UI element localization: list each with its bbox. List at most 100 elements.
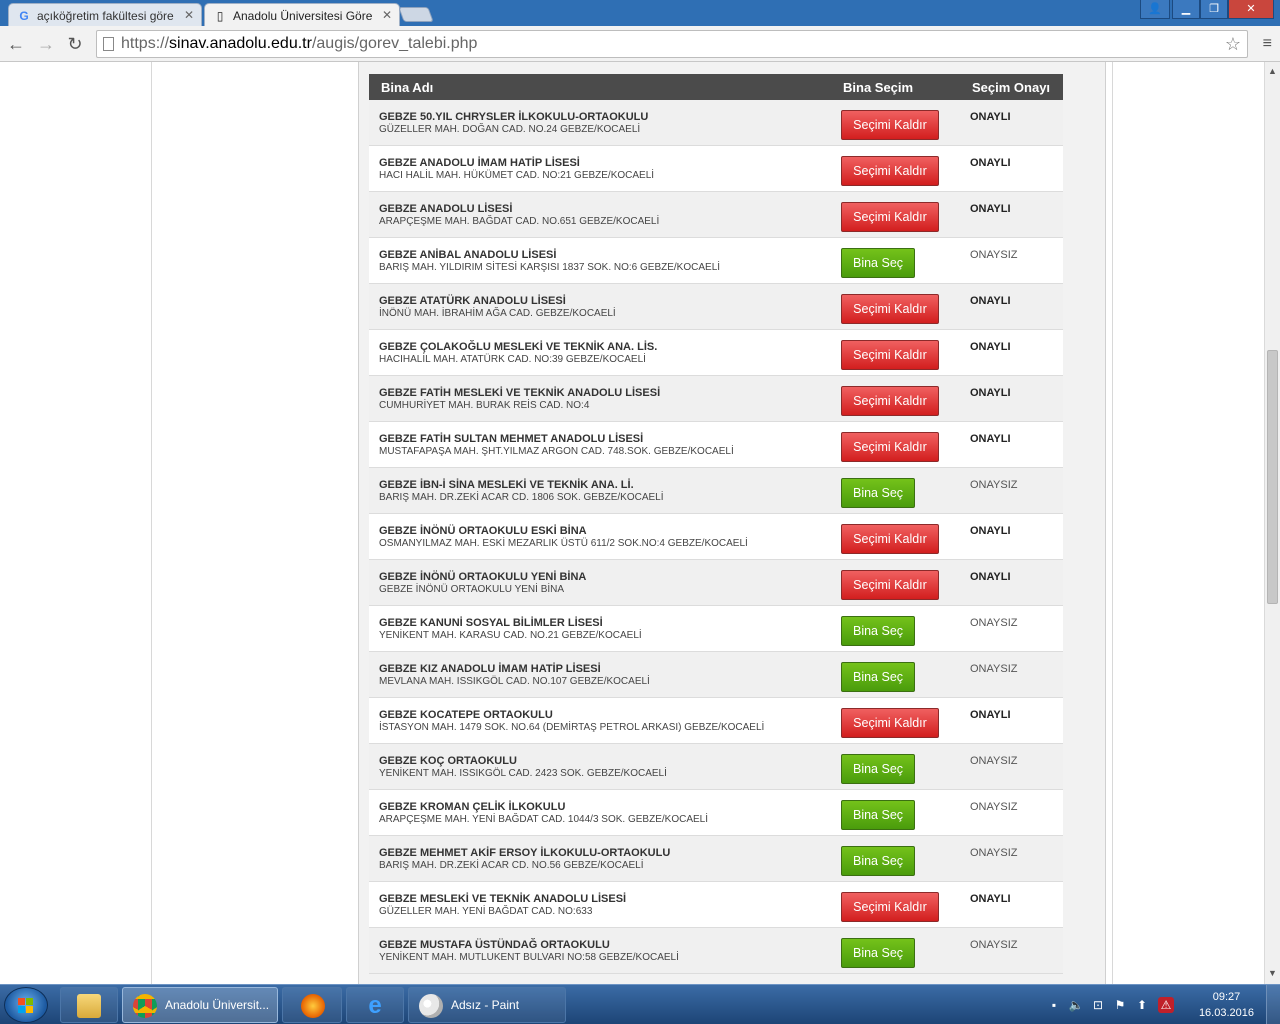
- forward-arrow-icon[interactable]: →: [34, 32, 58, 56]
- approval-status: ONAYSIZ: [970, 663, 1018, 675]
- scroll-up-arrow-icon[interactable]: ▲: [1268, 66, 1277, 76]
- building-address: YENİKENT MAH. ISSIKGÖL CAD. 2423 SOK. GE…: [379, 768, 667, 779]
- bookmark-star-icon[interactable]: ☆: [1225, 31, 1241, 57]
- start-button[interactable]: [4, 987, 48, 1023]
- building-name: GEBZE FATİH MESLEKİ VE TEKNİK ANADOLU Lİ…: [379, 387, 661, 399]
- table-row: GEBZE ANADOLU İMAM HATİP LİSESİ HACI HALİ…: [369, 146, 1063, 192]
- remove-selection-button[interactable]: Seçimi Kaldır: [841, 708, 939, 738]
- minimize-button[interactable]: ▁: [1172, 0, 1200, 19]
- select-building-button[interactable]: Bina Seç: [841, 938, 915, 968]
- taskbar-explorer[interactable]: [60, 987, 118, 1023]
- remove-selection-button[interactable]: Seçimi Kaldır: [841, 892, 939, 922]
- windows-logo-icon: [18, 998, 34, 1014]
- internet-explorer-icon: e: [368, 992, 382, 1019]
- header-bina-adi: Bina Adı: [381, 80, 434, 95]
- system-clock[interactable]: 09:27 16.03.2016: [1199, 989, 1254, 1021]
- close-window-button[interactable]: ✕: [1228, 0, 1274, 19]
- table-row: GEBZE KROMAN ÇELİK İLKOKULU ARAPÇEŞME MAH…: [369, 790, 1063, 836]
- building-address: OSMANYILMAZ MAH. ESKİ MEZARLIK ÜSTÜ 611/…: [379, 538, 748, 549]
- update-icon[interactable]: ⬆: [1134, 997, 1150, 1013]
- building-name: GEBZE ANADOLU LİSESİ: [379, 203, 513, 215]
- table-row: GEBZE ATATÜRK ANADOLU LİSESİ İNÖNÜ MAH. İ…: [369, 284, 1063, 330]
- table-row: GEBZE İBN-İ SİNA MESLEKİ VE TEKNİK ANA. …: [369, 468, 1063, 514]
- building-table: Bina Adı Bina Seçim Seçim Onayı GEBZE 50…: [369, 74, 1063, 974]
- select-building-button[interactable]: Bina Seç: [841, 662, 915, 692]
- url-scheme: https://: [121, 35, 170, 52]
- approval-status: ONAYSIZ: [970, 479, 1018, 491]
- select-building-button[interactable]: Bina Seç: [841, 248, 915, 278]
- remove-selection-button[interactable]: Seçimi Kaldır: [841, 340, 939, 370]
- header-bina-secim: Bina Seçim: [843, 80, 914, 95]
- volume-icon[interactable]: 🔈: [1068, 997, 1084, 1013]
- tab-title: açıköğretim fakültesi göre: [37, 9, 174, 23]
- back-arrow-icon[interactable]: ←: [4, 32, 28, 56]
- scroll-thumb[interactable]: [1267, 350, 1278, 604]
- table-body: GEBZE 50.YIL CHRYSLER İLKOKULU-ORTAOKULU…: [369, 100, 1063, 974]
- right-divider: [1112, 62, 1113, 984]
- table-row: GEBZE ANİBAL ANADOLU LİSESİ BARIŞ MAH. YI…: [369, 238, 1063, 284]
- scroll-down-arrow-icon[interactable]: ▼: [1268, 968, 1277, 978]
- remove-selection-button[interactable]: Seçimi Kaldır: [841, 110, 939, 140]
- select-building-button[interactable]: Bina Seç: [841, 616, 915, 646]
- remove-selection-button[interactable]: Seçimi Kaldır: [841, 294, 939, 324]
- taskbar-chrome-label: Anadolu Üniversit...: [165, 998, 270, 1012]
- network-icon[interactable]: ⊡: [1090, 997, 1106, 1013]
- building-address: MUSTAFAPAŞA MAH. ŞHT.YILMAZ ARGON CAD. 7…: [379, 446, 734, 457]
- close-icon[interactable]: ✕: [184, 8, 194, 22]
- building-name: GEBZE ANADOLU İMAM HATİP LİSESİ: [379, 157, 580, 169]
- building-address: GÜZELLER MAH. YENİ BAĞDAT CAD. NO:633: [379, 906, 593, 917]
- approval-status: ONAYLI: [970, 111, 1011, 123]
- building-name: GEBZE MESLEKİ VE TEKNİK ANADOLU LİSESİ: [379, 893, 627, 905]
- firefox-icon: [301, 994, 325, 1018]
- building-name: GEBZE MEHMET AKİF ERSOY İLKOKULU-ORTAOKU…: [379, 847, 671, 859]
- select-building-button[interactable]: Bina Seç: [841, 800, 915, 830]
- select-building-button[interactable]: Bina Seç: [841, 478, 915, 508]
- restore-button[interactable]: ❐: [1200, 0, 1228, 19]
- action-center-icon[interactable]: ⚑: [1112, 997, 1128, 1013]
- taskbar-paint[interactable]: Adsız - Paint: [408, 987, 566, 1023]
- table-row: GEBZE ANADOLU LİSESİ ARAPÇEŞME MAH. BAĞDA…: [369, 192, 1063, 238]
- antivirus-icon[interactable]: ⚠: [1158, 997, 1174, 1013]
- building-address: YENİKENT MAH. KARASU CAD. NO.21 GEBZE/KO…: [379, 630, 642, 641]
- building-name: GEBZE KIZ ANADOLU İMAM HATİP LİSESİ: [379, 663, 601, 675]
- remove-selection-button[interactable]: Seçimi Kaldır: [841, 432, 939, 462]
- building-address: İSTASYON MAH. 1479 SOK. NO.64 (DEMİRTAŞ …: [379, 722, 765, 733]
- vertical-scrollbar[interactable]: ▲ ▼: [1264, 62, 1280, 984]
- approval-status: ONAYLI: [970, 893, 1011, 905]
- remove-selection-button[interactable]: Seçimi Kaldır: [841, 570, 939, 600]
- taskbar-firefox[interactable]: [282, 987, 342, 1023]
- taskbar-ie[interactable]: e: [346, 987, 404, 1023]
- page-viewport: Bina Adı Bina Seçim Seçim Onayı GEBZE 50…: [0, 62, 1264, 984]
- remove-selection-button[interactable]: Seçimi Kaldır: [841, 156, 939, 186]
- address-bar[interactable]: https://sinav.anadolu.edu.tr/augis/gorev…: [96, 30, 1248, 58]
- url-host: sinav.anadolu.edu.tr: [169, 35, 312, 52]
- reload-icon[interactable]: ↻: [63, 32, 87, 56]
- remove-selection-button[interactable]: Seçimi Kaldır: [841, 202, 939, 232]
- tab-anadolu[interactable]: ▯ Anadolu Üniversitesi Göre ✕: [204, 3, 400, 26]
- building-address: HACIHALİL MAH. ATATÜRK CAD. NO:39 GEBZE/…: [379, 354, 646, 365]
- user-icon[interactable]: 👤: [1140, 0, 1170, 19]
- table-row: GEBZE ÇOLAKOĞLU MESLEKİ VE TEKNİK ANA. L…: [369, 330, 1063, 376]
- tray-app-icon[interactable]: ▪: [1046, 997, 1062, 1013]
- building-name: GEBZE 50.YIL CHRYSLER İLKOKULU-ORTAOKULU: [379, 111, 649, 123]
- building-name: GEBZE FATİH SULTAN MEHMET ANADOLU LİSESİ: [379, 433, 644, 445]
- new-tab-button[interactable]: [398, 7, 434, 22]
- select-building-button[interactable]: Bina Seç: [841, 846, 915, 876]
- menu-icon[interactable]: ≡: [1263, 35, 1272, 53]
- approval-status: ONAYSIZ: [970, 755, 1018, 767]
- remove-selection-button[interactable]: Seçimi Kaldır: [841, 524, 939, 554]
- folder-icon: [77, 994, 101, 1018]
- table-row: GEBZE MESLEKİ VE TEKNİK ANADOLU LİSESİ GÜ…: [369, 882, 1063, 928]
- table-row: GEBZE KIZ ANADOLU İMAM HATİP LİSESİ MEVLA…: [369, 652, 1063, 698]
- remove-selection-button[interactable]: Seçimi Kaldır: [841, 386, 939, 416]
- show-desktop-button[interactable]: [1266, 985, 1280, 1024]
- building-address: ARAPÇEŞME MAH. YENİ BAĞDAT CAD. 1044/3 S…: [379, 814, 708, 825]
- taskbar-chrome[interactable]: Anadolu Üniversit...: [122, 987, 278, 1023]
- approval-status: ONAYLI: [970, 341, 1011, 353]
- tab-google-search[interactable]: G açıköğretim fakültesi göre ✕: [8, 3, 202, 26]
- table-row: GEBZE KANUNİ SOSYAL BİLİMLER LİSESİ YENİK…: [369, 606, 1063, 652]
- approval-status: ONAYSIZ: [970, 939, 1018, 951]
- select-building-button[interactable]: Bina Seç: [841, 754, 915, 784]
- page-icon: [103, 37, 114, 51]
- close-icon[interactable]: ✕: [382, 8, 392, 22]
